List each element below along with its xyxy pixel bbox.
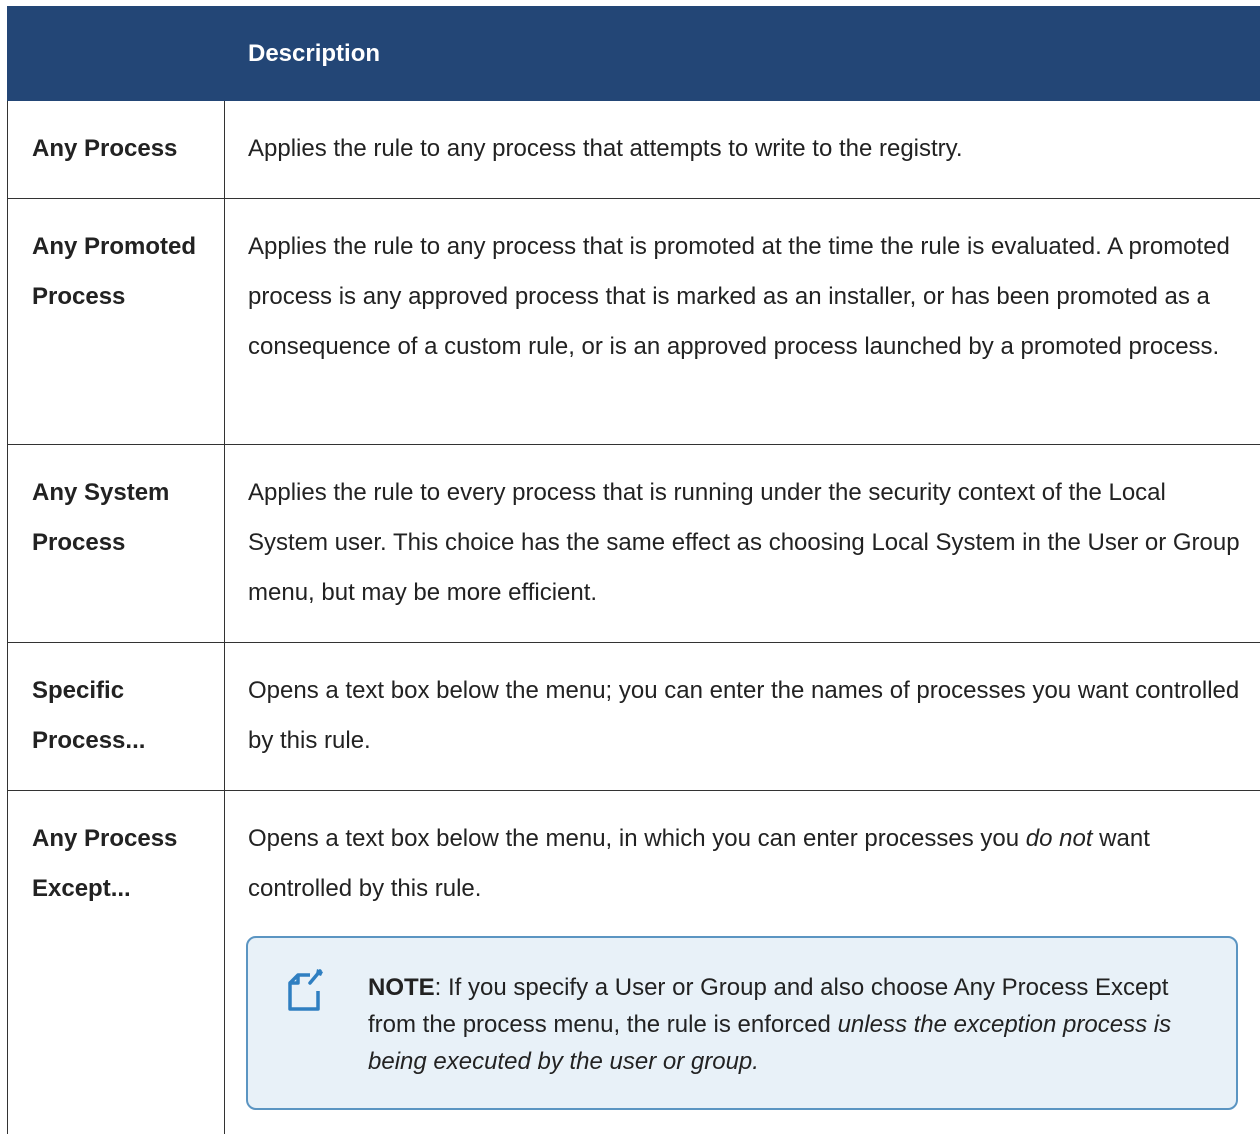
table-row: Any Process Except... Opens a text box b… [8, 791, 1260, 1134]
row-desc-any-process-except: Opens a text box below the menu, in whic… [225, 791, 1260, 1134]
process-options-table: Description Any Process Applies the rule… [7, 6, 1260, 1134]
note-text: NOTE: If you specify a User or Group and… [368, 969, 1206, 1080]
table-row: Any System Process Applies the rule to e… [8, 445, 1260, 643]
note-label: NOTE [368, 974, 435, 1001]
row-desc-any-system-process: Applies the rule to every process that i… [225, 445, 1260, 643]
row-name-any-process-except: Any Process Except... [8, 791, 225, 1134]
table-header-row: Description [8, 7, 1260, 101]
note-edit-icon [284, 967, 328, 1013]
row-desc-specific-process: Opens a text box below the menu; you can… [225, 643, 1260, 791]
row-desc-any-process: Applies the rule to any process that att… [225, 101, 1260, 199]
table-row: Any Process Applies the rule to any proc… [8, 101, 1260, 199]
row-name-any-process: Any Process [8, 101, 225, 199]
desc-text-emphasis: do not [1026, 825, 1093, 852]
row-name-specific-process: Specific Process... [8, 643, 225, 791]
table-row: Any Promoted Process Applies the rule to… [8, 199, 1260, 445]
header-col-process [8, 7, 225, 101]
row-desc-any-promoted-process: Applies the rule to any process that is … [225, 199, 1260, 445]
row-name-any-promoted-process: Any Promoted Process [8, 199, 225, 445]
note-callout: NOTE: If you specify a User or Group and… [246, 936, 1238, 1110]
row-name-any-system-process: Any System Process [8, 445, 225, 643]
desc-text-part1: Opens a text box below the menu, in whic… [248, 825, 1026, 852]
table-row: Specific Process... Opens a text box bel… [8, 643, 1260, 791]
header-col-description: Description [225, 7, 1260, 101]
